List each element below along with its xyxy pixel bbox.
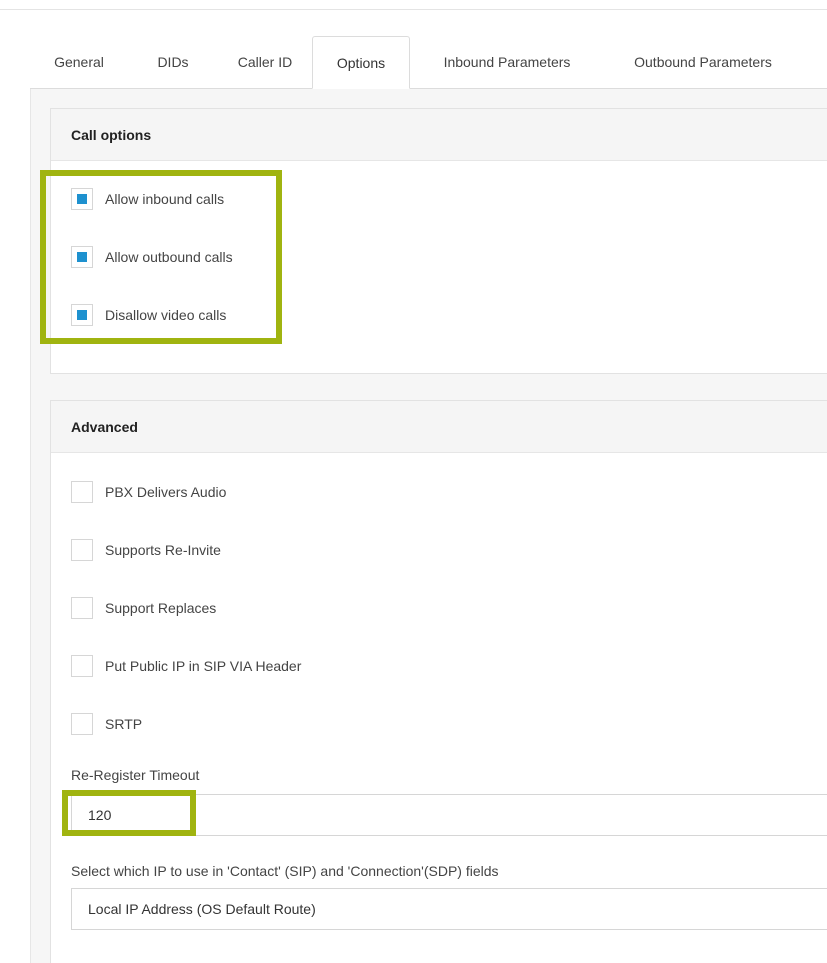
tab-inbound-parameters[interactable]: Inbound Parameters xyxy=(418,36,596,88)
reregister-timeout-label: Re-Register Timeout xyxy=(71,767,200,783)
top-divider xyxy=(0,9,827,10)
tab-outbound-parameters[interactable]: Outbound Parameters xyxy=(608,36,798,88)
supports-reinvite-option[interactable]: Supports Re-Invite xyxy=(71,538,221,562)
pbx-delivers-audio-label: PBX Delivers Audio xyxy=(105,484,227,500)
reregister-timeout-input[interactable]: 120 xyxy=(71,794,827,836)
allow-outbound-calls-checkbox[interactable] xyxy=(71,246,93,268)
public-ip-via-header-label: Put Public IP in SIP VIA Header xyxy=(105,658,302,674)
ip-select-dropdown[interactable]: Local IP Address (OS Default Route) xyxy=(71,888,827,930)
support-replaces-checkbox[interactable] xyxy=(71,597,93,619)
support-replaces-label: Support Replaces xyxy=(105,600,217,616)
tab-bar: General DIDs Caller ID Options Inbound P… xyxy=(30,36,827,89)
srtp-checkbox[interactable] xyxy=(71,713,93,735)
allow-outbound-calls-option[interactable]: Allow outbound calls xyxy=(71,245,233,269)
disallow-video-calls-option[interactable]: Disallow video calls xyxy=(71,303,226,327)
support-replaces-option[interactable]: Support Replaces xyxy=(71,596,216,620)
tab-dids[interactable]: DIDs xyxy=(128,36,218,88)
advanced-panel: Advanced PBX Delivers Audio Supports Re-… xyxy=(50,400,827,963)
call-options-panel: Call options Allow inbound calls Allow o… xyxy=(50,108,827,374)
allow-inbound-calls-checkbox[interactable] xyxy=(71,188,93,210)
disallow-video-calls-label: Disallow video calls xyxy=(105,307,227,323)
pbx-delivers-audio-checkbox[interactable] xyxy=(71,481,93,503)
tab-options[interactable]: Options xyxy=(312,36,410,89)
tab-general[interactable]: General xyxy=(30,36,128,88)
public-ip-via-header-option[interactable]: Put Public IP in SIP VIA Header xyxy=(71,654,301,678)
srtp-option[interactable]: SRTP xyxy=(71,712,142,736)
allow-inbound-calls-label: Allow inbound calls xyxy=(105,191,225,207)
disallow-video-calls-checkbox[interactable] xyxy=(71,304,93,326)
public-ip-via-header-checkbox[interactable] xyxy=(71,655,93,677)
supports-reinvite-checkbox[interactable] xyxy=(71,539,93,561)
pbx-delivers-audio-option[interactable]: PBX Delivers Audio xyxy=(71,480,226,504)
allow-inbound-calls-option[interactable]: Allow inbound calls xyxy=(71,187,224,211)
supports-reinvite-label: Supports Re-Invite xyxy=(105,542,221,558)
srtp-label: SRTP xyxy=(105,716,143,732)
advanced-heading: Advanced xyxy=(51,401,827,453)
call-options-heading: Call options xyxy=(51,109,827,161)
ip-select-label: Select which IP to use in 'Contact' (SIP… xyxy=(71,863,499,879)
allow-outbound-calls-label: Allow outbound calls xyxy=(105,249,233,265)
tab-caller-id[interactable]: Caller ID xyxy=(218,36,312,88)
